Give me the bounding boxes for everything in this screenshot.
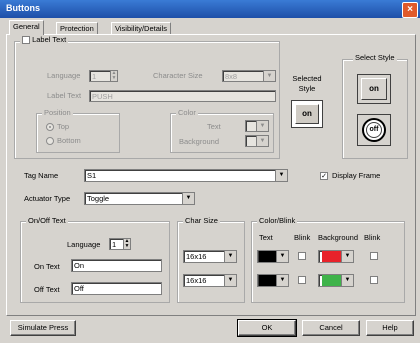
off-background-color-swatch [322, 275, 342, 286]
label-text-checkbox-label: Label Text [32, 35, 67, 44]
on-text-label: On Text [34, 262, 60, 271]
selected-style-label-line1: Selected [292, 74, 322, 83]
selected-style-preview: on [291, 100, 323, 128]
tag-name-label: Tag Name [24, 171, 59, 180]
select-style-option-on[interactable]: on [357, 74, 391, 104]
char-size-on-value: 16x16 [186, 252, 207, 261]
select-style-group-title: Select Style [353, 53, 397, 62]
select-style-on-label: on [361, 78, 387, 100]
character-size-select-disabled[interactable]: 8x8 ▼ [222, 70, 276, 82]
chevron-down-icon: ▼ [263, 71, 275, 81]
actuator-type-label: Actuator Type [24, 194, 71, 203]
on-off-text-group-title: On/Off Text [26, 216, 68, 225]
position-bottom-radio[interactable] [46, 137, 54, 145]
color-background-picker-disabled[interactable]: ▼ [245, 135, 269, 147]
tag-name-combobox[interactable]: S1 ▼ [84, 169, 288, 182]
color-group [170, 113, 274, 153]
off-text-input[interactable]: Off [71, 282, 162, 295]
chevron-down-icon: ▼ [341, 251, 353, 262]
color-text-picker-disabled[interactable]: ▼ [245, 120, 269, 132]
character-size-value: 8x8 [225, 72, 238, 81]
position-group-title: Position [42, 108, 73, 117]
help-button[interactable]: Help [366, 320, 414, 336]
tab-general[interactable]: General [9, 20, 44, 35]
color-blink-group-title: Color/Blink [257, 216, 298, 225]
char-size-on-select[interactable]: 16x16 ▼ [183, 250, 237, 263]
off-text-blink-checkbox[interactable] [298, 276, 306, 284]
off-text-color-picker[interactable]: ▼ [257, 274, 289, 287]
color-blink-blink2-header: Blink [364, 233, 381, 242]
select-style-option-off[interactable]: off [357, 114, 391, 146]
chevron-down-icon: ▼ [256, 136, 268, 146]
display-frame-label: Display Frame [332, 171, 381, 180]
spin-down-icon: ▼ [111, 75, 117, 81]
label-text-field-disabled[interactable]: PUSH [89, 90, 276, 102]
color-background-label: Background [179, 137, 220, 146]
on-text-color-picker[interactable]: ▼ [257, 250, 289, 263]
chevron-down-icon: ▼ [224, 275, 236, 286]
label-text-field-label: Label Text [47, 91, 82, 100]
on-text-input[interactable]: On [71, 259, 162, 272]
color-group-title: Color [176, 108, 198, 117]
actuator-type-select[interactable]: Toggle ▼ [84, 192, 195, 205]
select-style-off-label: off [366, 122, 382, 138]
on-text-blink-checkbox[interactable] [298, 252, 306, 260]
chevron-down-icon: ▼ [275, 170, 287, 181]
chevron-down-icon: ▼ [182, 193, 194, 204]
selected-style-label: Selected Style [287, 74, 327, 94]
position-top-radio[interactable] [46, 123, 54, 131]
on-off-language-spinner[interactable]: ▲ ▼ [123, 238, 131, 250]
position-top-label: Top [57, 122, 70, 131]
off-text-label: Off Text [34, 285, 60, 294]
on-background-color-picker[interactable]: ▼ [318, 250, 354, 263]
on-off-language-label: Language [67, 240, 101, 249]
color-blink-text-header: Text [259, 233, 273, 242]
language-field-disabled[interactable]: 1 [89, 70, 111, 82]
char-size-off-value: 16x16 [186, 276, 207, 285]
language-spinner-disabled[interactable]: ▲ ▼ [110, 70, 118, 82]
chevron-down-icon: ▼ [341, 275, 353, 286]
color-blink-blink-header: Blink [294, 233, 311, 242]
chevron-down-icon: ▼ [256, 121, 268, 131]
character-size-label: Character Size [153, 71, 203, 80]
actuator-type-value: Toggle [87, 194, 110, 203]
on-background-blink-checkbox[interactable] [370, 252, 378, 260]
close-icon[interactable]: × [402, 2, 418, 18]
position-group [36, 113, 120, 153]
display-frame-checkbox[interactable]: ✓ [320, 172, 328, 180]
simulate-press-button[interactable]: Simulate Press [10, 320, 76, 336]
cancel-button[interactable]: Cancel [302, 320, 360, 336]
ok-button[interactable]: OK [237, 319, 297, 337]
char-size-off-select[interactable]: 16x16 ▼ [183, 274, 237, 287]
label-text-checkbox[interactable] [22, 36, 30, 45]
on-off-language-field[interactable]: 1 [109, 238, 124, 250]
selected-style-preview-button: on [295, 104, 319, 124]
selected-style-label-line2: Style [298, 84, 316, 93]
title-bar: Buttons × [0, 0, 420, 18]
chevron-down-icon: ▼ [276, 251, 288, 262]
off-background-color-picker[interactable]: ▼ [318, 274, 354, 287]
round-button-icon: off [362, 118, 386, 142]
window-title: Buttons [6, 3, 40, 13]
language-label: Language [47, 71, 81, 80]
color-text-label: Text [207, 122, 221, 131]
color-blink-background-header: Background [318, 233, 359, 242]
label-text-group-title: Label Text [20, 35, 69, 45]
tag-name-value: S1 [87, 171, 97, 180]
off-background-blink-checkbox[interactable] [370, 276, 378, 284]
on-background-color-swatch [322, 251, 342, 262]
chevron-down-icon: ▼ [224, 251, 236, 262]
chevron-down-icon: ▼ [276, 275, 288, 286]
position-bottom-label: Bottom [57, 136, 81, 145]
char-size-group-title: Char Size [183, 216, 220, 225]
spin-down-icon: ▼ [124, 243, 130, 249]
